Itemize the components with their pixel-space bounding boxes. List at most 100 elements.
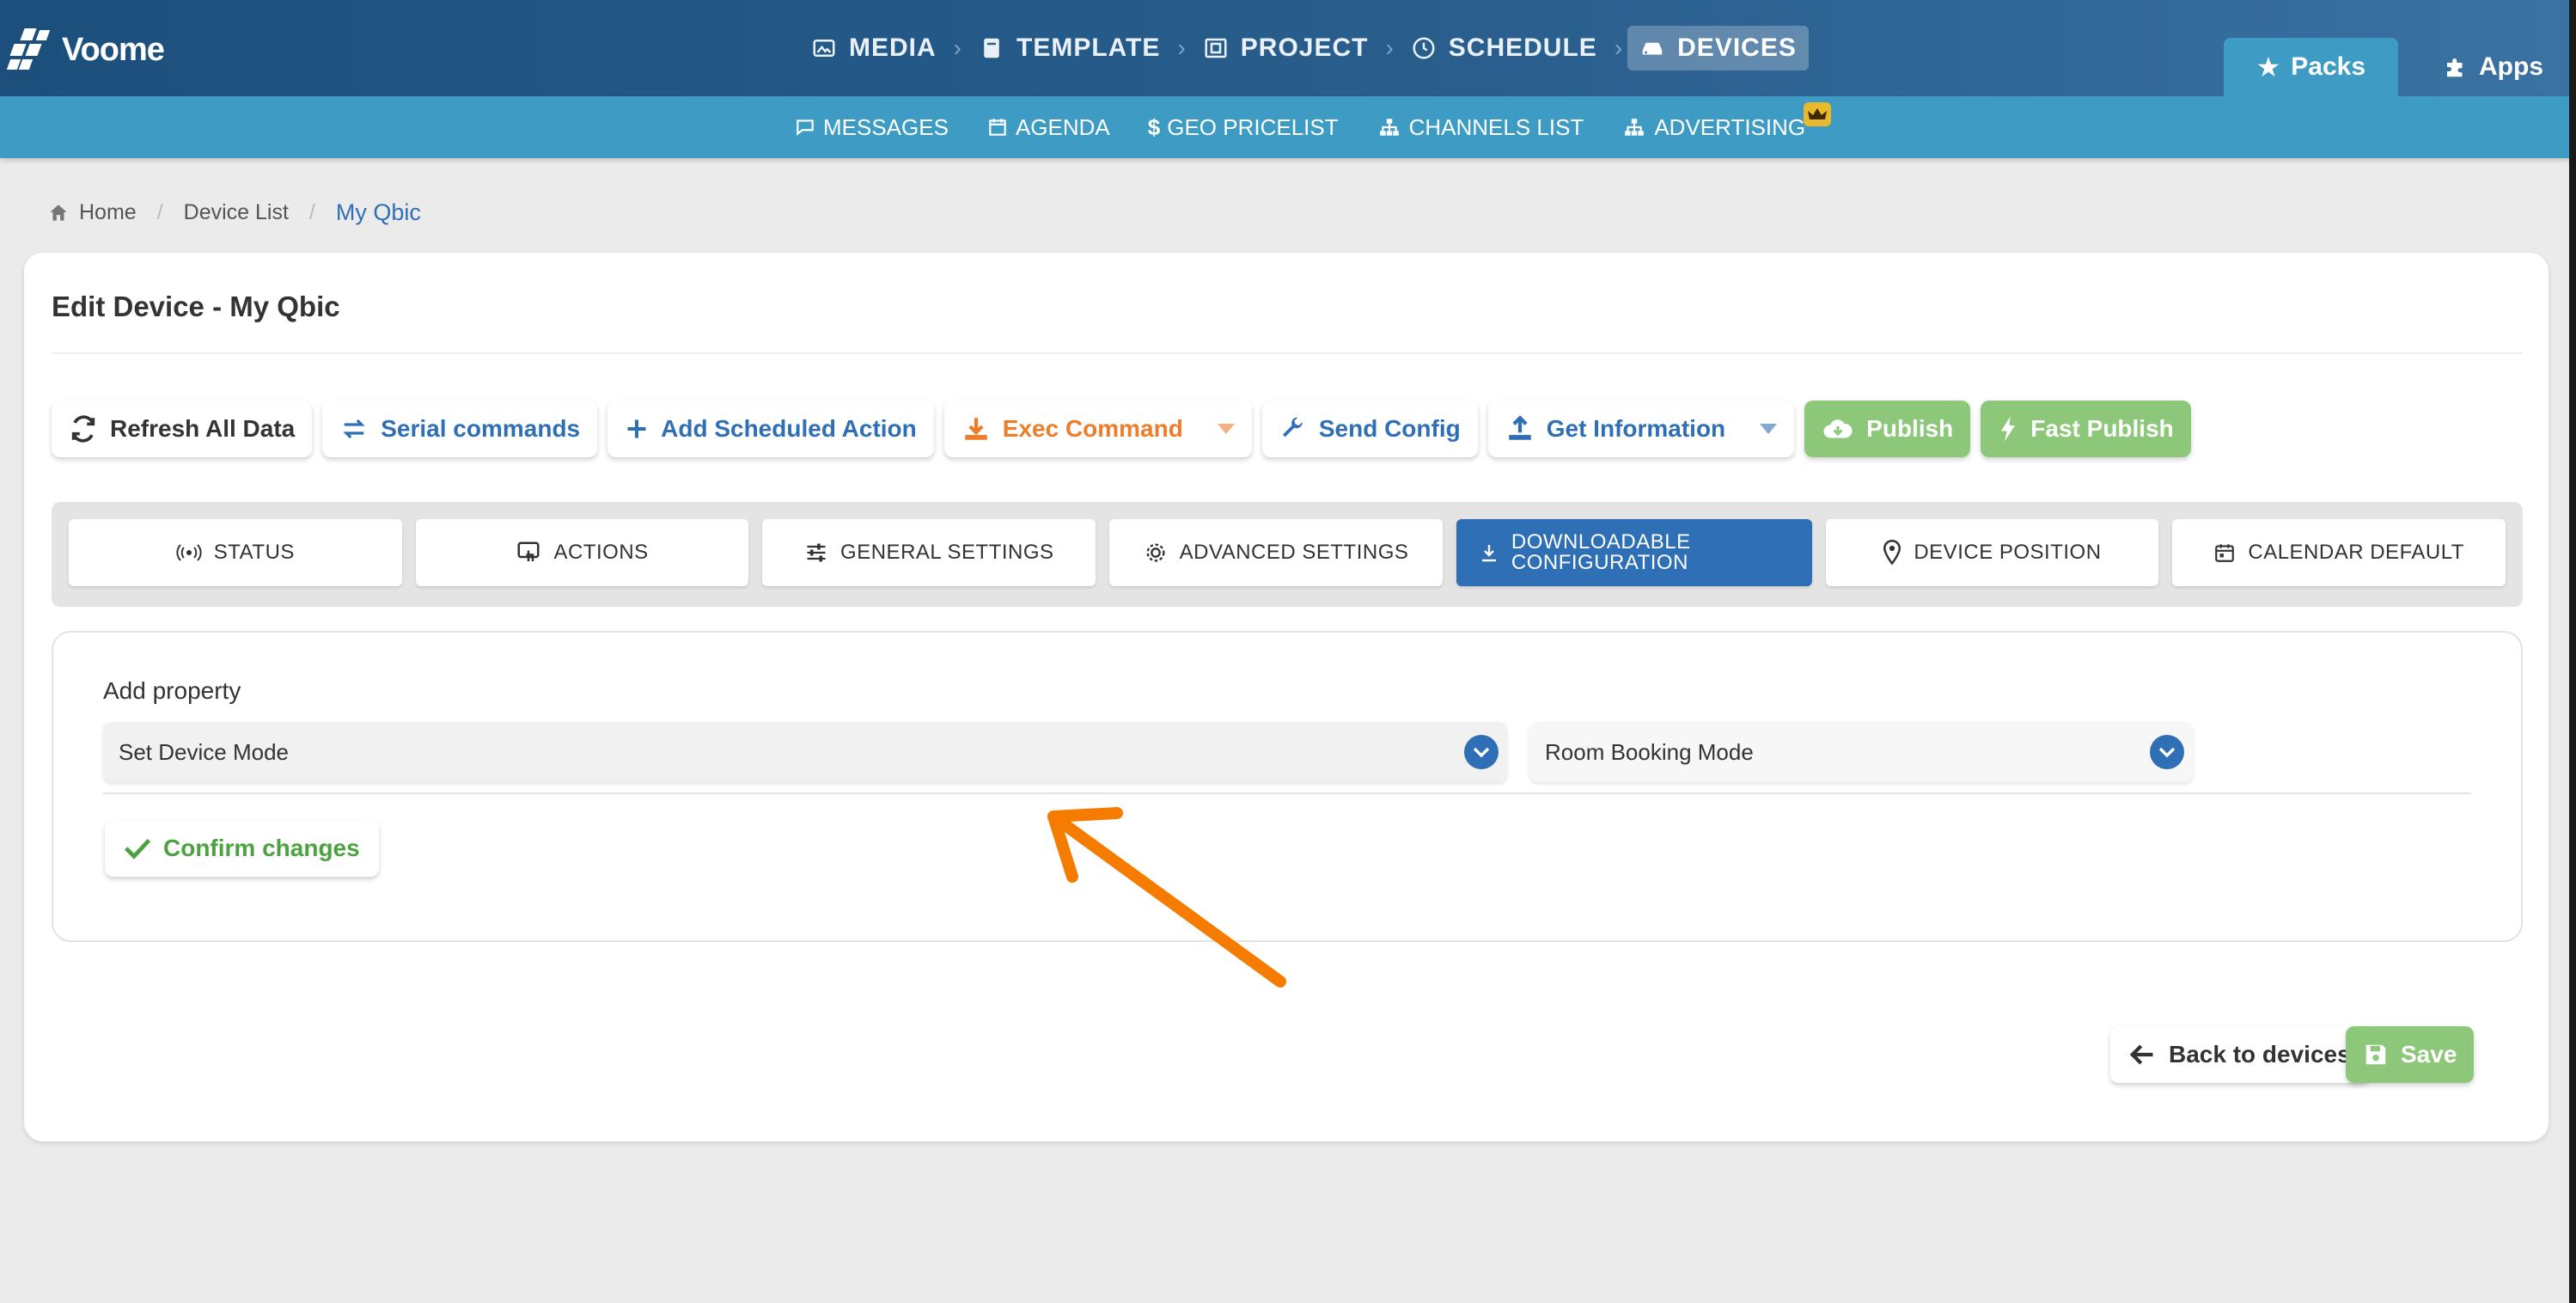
packs-button[interactable]: ★ Packs <box>2223 38 2398 96</box>
back-to-devices-label: Back to devices <box>2169 1041 2351 1067</box>
subnav-advertising-label: ADVERTISING <box>1654 113 1806 140</box>
back-to-devices-button[interactable]: Back to devices <box>2110 1026 2370 1083</box>
nav-devices[interactable]: DEVICES <box>1627 26 1809 70</box>
puzzle-icon <box>2447 58 2463 77</box>
downloadable-config-panel: Add property Set Device Mode Room Bookin… <box>52 631 2523 942</box>
action-toolbar: Refresh All Data Serial commands Add Sch… <box>52 401 2191 457</box>
property-select-value: Set Device Mode <box>119 738 289 765</box>
send-config-label: Send Config <box>1318 415 1461 442</box>
home-icon <box>50 204 67 221</box>
chevron-right-icon: › <box>1177 34 1186 61</box>
check-icon <box>124 839 151 859</box>
tab-downloadable-configuration[interactable]: DOWNLOADABLE CONFIGURATION <box>1456 519 1812 586</box>
chevron-down-icon[interactable] <box>1217 424 1235 434</box>
tab-status[interactable]: STATUS <box>69 519 402 586</box>
calendar-icon <box>989 119 1006 136</box>
breadcrumb-current: My Qbic <box>335 199 421 225</box>
fast-publish-label: Fast Publish <box>2030 415 2174 442</box>
tab-actions[interactable]: ACTIONS <box>415 519 749 586</box>
sub-navbar: MESSAGES AGENDA $ GEO PRICELIST CHANNELS… <box>0 96 2576 158</box>
refresh-icon <box>71 415 95 443</box>
confirm-changes-button[interactable]: Confirm changes <box>105 820 379 877</box>
refresh-all-data-label: Refresh All Data <box>110 415 296 442</box>
wrench-icon <box>1282 417 1303 437</box>
subnav-channels-list[interactable]: CHANNELS LIST <box>1377 114 1584 141</box>
crown-icon <box>1804 101 1832 126</box>
mode-select[interactable]: Room Booking Mode <box>1529 722 2193 782</box>
refresh-all-data-button[interactable]: Refresh All Data <box>52 401 313 457</box>
sitemap-icon <box>1625 119 1645 136</box>
get-information-button[interactable]: Get Information <box>1487 401 1795 457</box>
subnav-messages[interactable]: MESSAGES <box>794 114 949 141</box>
fast-publish-button[interactable]: Fast Publish <box>1981 401 2191 457</box>
mode-select-value: Room Booking Mode <box>1545 738 1754 765</box>
top-right-menu: ★ Packs Apps <box>2223 38 2576 96</box>
nav-template-label: TEMPLATE <box>1016 34 1161 62</box>
tab-advanced-settings[interactable]: ADVANCED SETTINGS <box>1109 519 1443 586</box>
subnav-messages-label: MESSAGES <box>823 113 949 140</box>
apps-button[interactable]: Apps <box>2410 38 2576 96</box>
publish-label: Publish <box>1866 415 1954 442</box>
sub-nav: MESSAGES AGENDA $ GEO PRICELIST CHANNELS… <box>794 96 1832 158</box>
breadcrumb-device-list[interactable]: Device List <box>184 200 289 225</box>
tab-general-settings[interactable]: GENERAL SETTINGS <box>762 519 1096 586</box>
chevron-down-icon <box>2150 735 2184 769</box>
breadcrumb-separator: / <box>308 200 315 224</box>
subnav-geo-pricelist[interactable]: $ GEO PRICELIST <box>1148 114 1339 141</box>
panel-divider <box>103 792 2471 794</box>
add-property-label: Add property <box>103 677 241 704</box>
serial-commands-button[interactable]: Serial commands <box>322 401 598 457</box>
tab-calendar-default[interactable]: CALENDAR DEFAULT <box>2172 519 2506 586</box>
tab-calendar-default-label: CALENDAR DEFAULT <box>2248 541 2464 564</box>
save-button[interactable]: Save <box>2346 1026 2475 1083</box>
nav-schedule-label: SCHEDULE <box>1448 34 1597 62</box>
property-select[interactable]: Set Device Mode <box>103 722 1507 782</box>
sliders-icon <box>807 543 826 562</box>
tab-status-label: STATUS <box>213 541 295 564</box>
exec-command-button[interactable]: Exec Command <box>943 401 1252 457</box>
subnav-channels-list-label: CHANNELS LIST <box>1408 113 1584 140</box>
tab-device-position[interactable]: DEVICE POSITION <box>1825 519 2159 586</box>
nav-template[interactable]: TEMPLATE <box>967 26 1172 70</box>
chevron-down-icon[interactable] <box>1760 424 1778 434</box>
chevron-right-icon: › <box>953 34 961 61</box>
cloud-download-icon <box>1823 419 1853 438</box>
plus-icon <box>627 419 646 438</box>
save-label: Save <box>2401 1041 2457 1067</box>
subnav-geo-pricelist-label: GEO PRICELIST <box>1167 113 1339 140</box>
add-scheduled-action-label: Add Scheduled Action <box>661 415 917 442</box>
publish-button[interactable]: Publish <box>1804 401 1971 457</box>
tab-device-position-label: DEVICE POSITION <box>1914 541 2102 564</box>
tab-label-line2: CONFIGURATION <box>1511 551 1688 574</box>
arrow-left-icon <box>2129 1044 2153 1065</box>
chevron-right-icon: › <box>1385 34 1394 61</box>
upload-icon <box>1508 415 1531 440</box>
image-icon <box>813 40 835 57</box>
dollar-icon: $ <box>1147 113 1161 140</box>
chat-icon <box>797 119 814 136</box>
subnav-agenda[interactable]: AGENDA <box>986 114 1110 141</box>
apps-label: Apps <box>2479 52 2543 81</box>
voome-logo[interactable]: Voome <box>6 24 165 76</box>
breadcrumb-home[interactable]: Home <box>46 200 137 225</box>
tab-actions-label: ACTIONS <box>553 541 649 564</box>
add-scheduled-action-button[interactable]: Add Scheduled Action <box>607 401 934 457</box>
sitemap-icon <box>1379 119 1399 136</box>
top-navbar: Voome MEDIA › TEMPLATE › PROJECT › SCHED… <box>0 0 2576 96</box>
floppy-icon <box>2365 1044 2386 1065</box>
nav-devices-label: DEVICES <box>1677 34 1797 62</box>
breadcrumb: Home / Device List / My Qbic <box>46 199 421 226</box>
nav-schedule[interactable]: SCHEDULE <box>1399 26 1609 70</box>
nav-project[interactable]: PROJECT <box>1191 26 1381 70</box>
clock-icon <box>1413 37 1435 59</box>
nav-media[interactable]: MEDIA <box>799 26 949 70</box>
subnav-advertising[interactable]: ADVERTISING <box>1621 101 1832 141</box>
page-title: Edit Device - My Qbic <box>52 291 340 322</box>
tab-downloadable-configuration-label: DOWNLOADABLE CONFIGURATION <box>1511 532 1691 573</box>
confirm-changes-label: Confirm changes <box>163 835 360 861</box>
send-config-button[interactable]: Send Config <box>1261 401 1478 457</box>
touch-screen-icon <box>517 541 540 561</box>
chevron-right-icon: › <box>1614 34 1623 61</box>
exec-command-label: Exec Command <box>1002 415 1183 442</box>
tab-label-line1: DOWNLOADABLE <box>1511 530 1691 554</box>
